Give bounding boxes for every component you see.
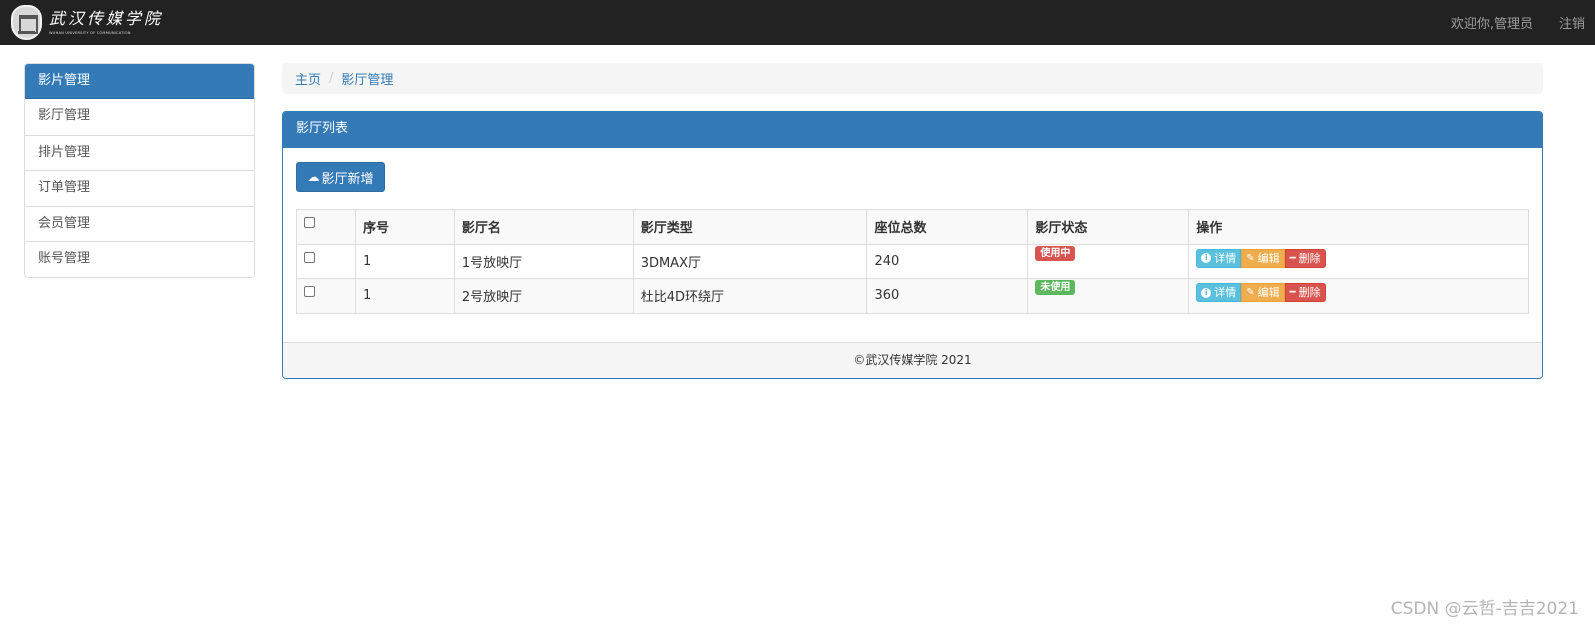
table-row: 1 1号放映厅 3DMAX厅 240 使用中 i 详情 ✎ 编辑 ━ 删除: [296, 243, 1529, 279]
cell-status: 未使用: [1027, 278, 1190, 314]
sidebar-item-movie-management[interactable]: 影片管理: [25, 64, 254, 99]
sidebar-menu: 影片管理 影厅管理 排片管理 订单管理 会员管理 账号管理: [24, 63, 255, 278]
edit-button[interactable]: ✎ 编辑: [1241, 248, 1285, 268]
minus-icon: ━: [1289, 287, 1296, 299]
top-navbar: 武汉传媒学院 WUHAN UNIVERSITY OF COMMUNICATION…: [0, 0, 1595, 45]
info-circle-icon: i: [1201, 253, 1212, 264]
panel-footer-copyright: ©武汉传媒学院 2021: [283, 342, 1542, 378]
detail-button-label: 详情: [1214, 286, 1237, 300]
cloud-upload-icon: ☁: [307, 170, 320, 184]
action-button-group: i 详情 ✎ 编辑 ━ 删除: [1196, 248, 1326, 268]
sidebar-item-account-management[interactable]: 账号管理: [25, 241, 254, 277]
table-row: 1 2号放映厅 杜比4D环绕厅 360 未使用 i 详情 ✎ 编辑 ━ 删除: [296, 278, 1529, 314]
panel-title: 影厅列表: [283, 112, 1542, 148]
edit-button-label: 编辑: [1257, 286, 1280, 300]
brand-text: 武汉传媒学院 WUHAN UNIVERSITY OF COMMUNICATION: [49, 9, 163, 36]
detail-button[interactable]: i 详情: [1196, 283, 1242, 303]
detail-button[interactable]: i 详情: [1196, 248, 1242, 268]
welcome-user-link[interactable]: 欢迎你,管理员: [1451, 13, 1533, 32]
cell-actions: i 详情 ✎ 编辑 ━ 删除: [1188, 278, 1529, 314]
row-select-cell: [296, 243, 356, 279]
sidebar-item-hall-management[interactable]: 影厅管理: [25, 99, 254, 135]
brand-name-en: WUHAN UNIVERSITY OF COMMUNICATION: [49, 31, 131, 35]
cell-type: 杜比4D环绕厅: [632, 278, 868, 314]
add-hall-button[interactable]: ☁ 影厅新增: [296, 162, 385, 192]
cell-status: 使用中: [1027, 243, 1190, 279]
pencil-icon: ✎: [1246, 252, 1255, 264]
cell-seats: 360: [866, 278, 1029, 314]
column-header-id[interactable]: 序号: [354, 209, 455, 245]
info-circle-icon: i: [1201, 287, 1212, 298]
select-all-cell: [296, 209, 356, 245]
university-crest-icon: [11, 5, 42, 40]
hall-list-panel: 影厅列表 ☁ 影厅新增 序号 影厅名 影厅类型 座位总数 影厅状态 操作 1 1…: [282, 111, 1543, 379]
select-all-checkbox[interactable]: [304, 217, 315, 229]
breadcrumb-separator: /: [329, 71, 334, 86]
edit-button[interactable]: ✎ 编辑: [1241, 283, 1285, 303]
status-badge: 未使用: [1035, 280, 1076, 296]
csdn-watermark: CSDN @云哲-吉吉2021: [1390, 599, 1579, 619]
breadcrumb: 主页 / 影厅管理: [282, 63, 1543, 94]
cell-id: 1: [354, 278, 455, 314]
row-checkbox[interactable]: [304, 251, 315, 263]
hall-table: 序号 影厅名 影厅类型 座位总数 影厅状态 操作 1 1号放映厅 3DMAX厅 …: [296, 209, 1529, 314]
sidebar-item-member-management[interactable]: 会员管理: [25, 205, 254, 241]
column-header-seats[interactable]: 座位总数: [866, 209, 1029, 245]
delete-button-label: 删除: [1298, 286, 1321, 300]
brand-name-cn: 武汉传媒学院: [49, 9, 164, 28]
cell-id: 1: [354, 243, 455, 279]
delete-button-label: 删除: [1298, 251, 1321, 265]
cell-name: 1号放映厅: [453, 243, 634, 279]
status-badge: 使用中: [1035, 245, 1076, 261]
breadcrumb-current[interactable]: 影厅管理: [341, 69, 393, 88]
brand-logo[interactable]: 武汉传媒学院 WUHAN UNIVERSITY OF COMMUNICATION: [11, 4, 163, 41]
delete-button[interactable]: ━ 删除: [1284, 283, 1326, 303]
table-header-row: 序号 影厅名 影厅类型 座位总数 影厅状态 操作: [296, 209, 1529, 245]
edit-button-label: 编辑: [1257, 251, 1280, 265]
column-header-status[interactable]: 影厅状态: [1027, 209, 1190, 245]
detail-button-label: 详情: [1214, 251, 1237, 265]
column-header-type[interactable]: 影厅类型: [632, 209, 868, 245]
action-button-group: i 详情 ✎ 编辑 ━ 删除: [1196, 283, 1326, 303]
cell-type: 3DMAX厅: [632, 243, 868, 279]
cell-actions: i 详情 ✎ 编辑 ━ 删除: [1188, 243, 1529, 279]
panel-body: ☁ 影厅新增 序号 影厅名 影厅类型 座位总数 影厅状态 操作 1 1号放映厅: [283, 148, 1542, 344]
sidebar-item-schedule-management[interactable]: 排片管理: [25, 134, 254, 170]
minus-icon: ━: [1289, 252, 1296, 264]
logout-link[interactable]: 注销: [1559, 13, 1585, 32]
pencil-icon: ✎: [1246, 287, 1255, 299]
navbar-right: 欢迎你,管理员 注销: [1451, 0, 1595, 45]
cell-seats: 240: [866, 243, 1029, 279]
column-header-name[interactable]: 影厅名: [453, 209, 634, 245]
breadcrumb-home-link[interactable]: 主页: [295, 69, 321, 88]
cell-name: 2号放映厅: [453, 278, 634, 314]
row-checkbox[interactable]: [304, 286, 315, 298]
column-header-actions: 操作: [1188, 209, 1529, 245]
add-hall-button-label: 影厅新增: [321, 171, 374, 187]
row-select-cell: [296, 278, 356, 314]
delete-button[interactable]: ━ 删除: [1284, 248, 1326, 268]
sidebar-item-order-management[interactable]: 订单管理: [25, 170, 254, 206]
